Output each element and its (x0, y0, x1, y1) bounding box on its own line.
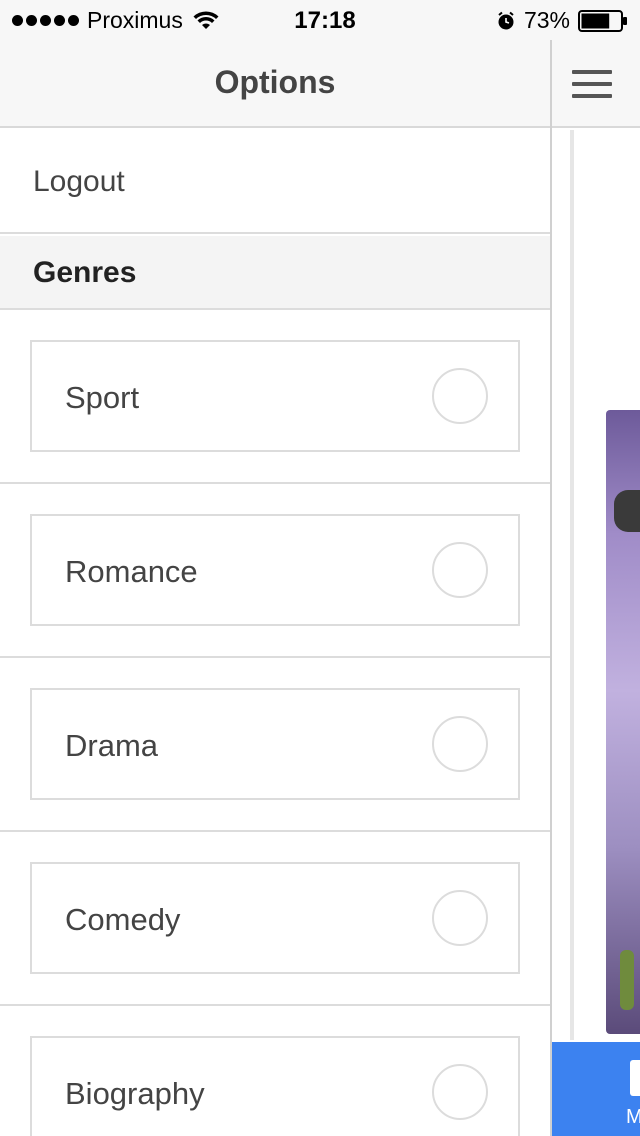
logout-label: Logout (33, 165, 125, 198)
genre-option-romance[interactable]: Romance (30, 514, 520, 626)
genre-label: Sport (65, 380, 140, 415)
genre-row: Comedy (0, 832, 550, 1006)
genre-option-comedy[interactable]: Comedy (30, 862, 520, 974)
tab-icon (630, 1060, 640, 1096)
alarm-icon (498, 11, 514, 29)
logout-button[interactable]: Logout (0, 128, 550, 234)
hamburger-menu-icon[interactable] (572, 70, 612, 98)
options-panel: Options Logout Genres Sport Romance Dram… (0, 0, 550, 1136)
genre-label: Romance (65, 554, 198, 589)
battery-icon (578, 9, 627, 32)
genre-option-sport[interactable]: Sport (30, 340, 520, 452)
radio-button[interactable] (432, 368, 488, 424)
poster-detail (614, 490, 640, 532)
radio-button[interactable] (432, 1064, 488, 1120)
genres-section-header: Genres (0, 236, 550, 310)
genre-label: Biography (65, 1076, 205, 1111)
genre-option-biography[interactable]: Biography (30, 1036, 520, 1136)
poster-detail (620, 950, 634, 1010)
page-title: Options (214, 64, 336, 100)
movie-poster-image[interactable] (606, 410, 640, 1034)
radio-button[interactable] (432, 890, 488, 946)
battery-percent: 73% (523, 7, 570, 33)
genre-option-drama[interactable]: Drama (30, 688, 520, 800)
genre-label: Drama (65, 728, 159, 763)
options-header: Options (0, 40, 550, 128)
radio-button[interactable] (432, 716, 488, 772)
status-right: 73% (496, 7, 628, 34)
status-bar: Proximus 17:18 73% (0, 0, 640, 40)
tab-label: M (626, 1106, 640, 1128)
genre-row: Romance (0, 484, 550, 658)
genres-header-label: Genres (33, 256, 137, 289)
genre-row: Drama (0, 658, 550, 832)
bottom-tab-button[interactable]: M (552, 1042, 640, 1136)
radio-button[interactable] (432, 542, 488, 598)
main-view: M (550, 0, 640, 1136)
scroll-indicator (570, 130, 574, 1040)
genre-label: Comedy (65, 902, 181, 937)
genre-row: Sport (0, 310, 550, 484)
genre-row: Biography (0, 1006, 550, 1136)
main-header (552, 40, 640, 128)
